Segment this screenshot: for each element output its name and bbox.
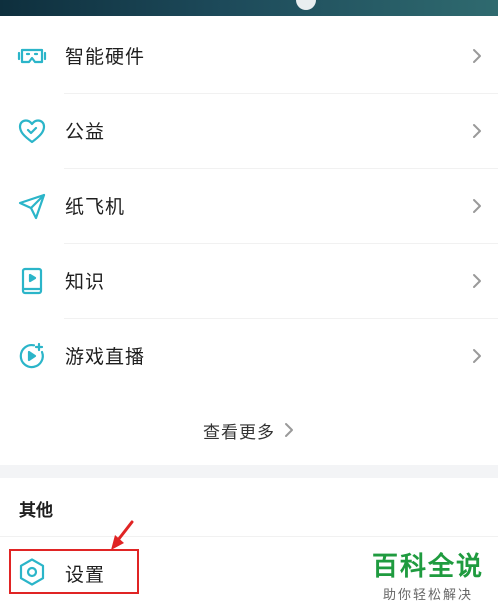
vr-headset-icon xyxy=(16,40,48,72)
heart-hands-icon xyxy=(16,115,48,147)
menu-item-label: 游戏直播 xyxy=(65,346,146,368)
watermark: 百科全说 助你轻松解决 xyxy=(372,546,484,603)
feature-menu-list: 智能硬件 公益 纸飞机 知识 游戏直播 xyxy=(0,18,498,393)
menu-item-smart-hardware[interactable]: 智能硬件 xyxy=(0,18,498,93)
menu-item-label: 知识 xyxy=(65,271,106,293)
view-more-label: 查看更多 xyxy=(203,422,275,443)
menu-item-knowledge[interactable]: 知识 xyxy=(0,243,498,318)
avatar[interactable] xyxy=(296,0,316,10)
menu-item-charity[interactable]: 公益 xyxy=(0,93,498,168)
watermark-subtitle: 助你轻松解决 xyxy=(382,588,473,603)
menu-item-label: 纸飞机 xyxy=(65,196,126,218)
chevron-right-icon xyxy=(473,48,481,63)
menu-item-game-live[interactable]: 游戏直播 xyxy=(0,318,498,393)
view-more-button[interactable]: 查看更多 xyxy=(203,418,295,443)
menu-item-label: 公益 xyxy=(65,121,106,143)
book-video-icon xyxy=(16,265,48,297)
section-divider xyxy=(0,465,498,478)
annotation-arrow-icon xyxy=(111,520,134,550)
menu-item-paper-plane[interactable]: 纸飞机 xyxy=(0,168,498,243)
chevron-right-icon xyxy=(473,198,481,213)
view-more-row: 查看更多 xyxy=(0,395,498,465)
annotation-highlight-box xyxy=(9,549,139,594)
watermark-title: 百科全说 xyxy=(371,552,484,582)
chevron-right-icon xyxy=(473,348,481,363)
top-header-strip xyxy=(0,0,498,16)
game-live-icon xyxy=(16,340,48,372)
chevron-right-icon xyxy=(473,123,481,138)
paper-plane-icon xyxy=(16,190,48,222)
chevron-right-icon xyxy=(285,423,293,437)
chevron-right-icon xyxy=(473,273,481,288)
menu-item-label: 智能硬件 xyxy=(65,46,146,68)
section-title-other: 其他 xyxy=(19,501,53,521)
